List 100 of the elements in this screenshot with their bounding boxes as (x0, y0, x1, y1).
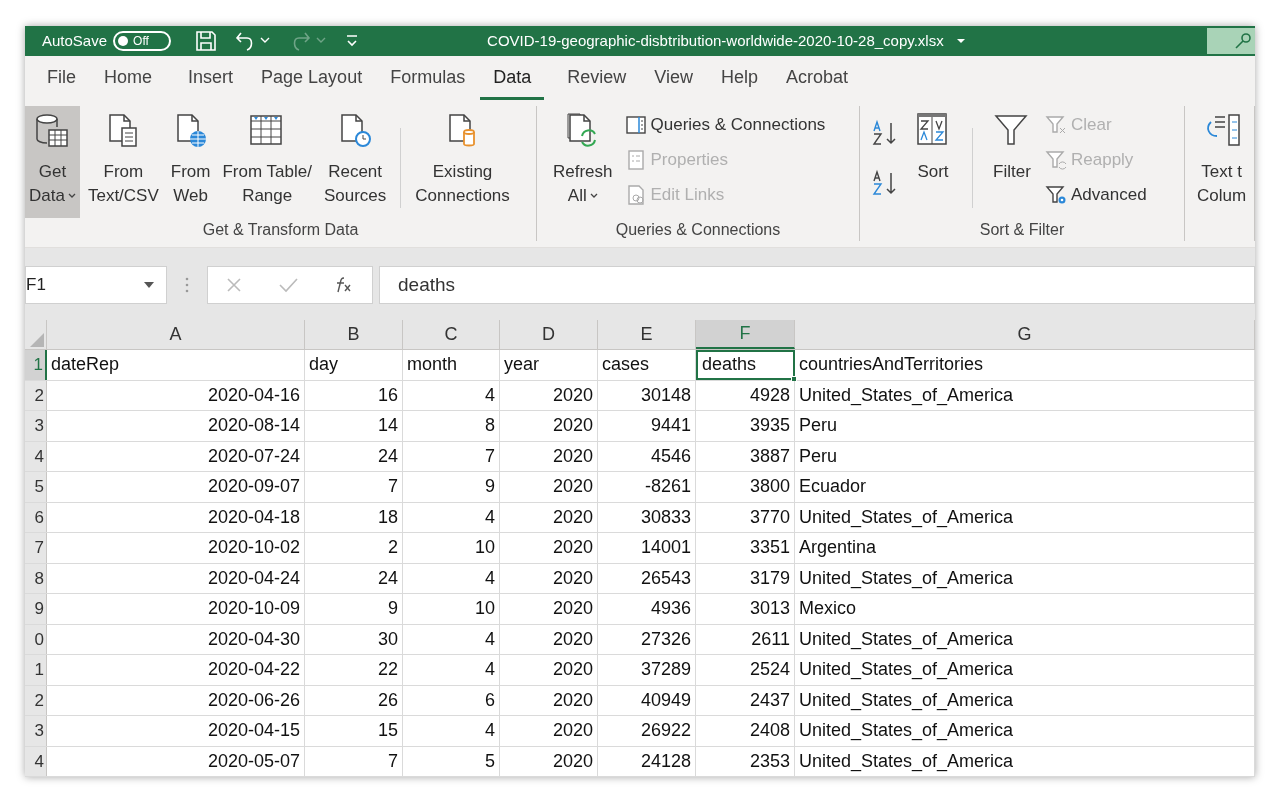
table-cell: 4546 (598, 441, 696, 471)
row-header[interactable]: 3 (25, 716, 47, 746)
table-cell: 3351 (696, 533, 795, 563)
group-label: Queries & Connections (614, 220, 782, 240)
fill-handle[interactable] (791, 375, 797, 382)
reapply-filter-icon (1045, 149, 1067, 171)
column-header[interactable]: D (500, 320, 598, 349)
table-cell: Ecuador (795, 472, 1255, 502)
row-header[interactable]: 1 (25, 655, 47, 685)
table-cell: 2020 (500, 563, 598, 593)
save-icon[interactable] (195, 30, 218, 52)
ribbon-button[interactable]: Existing Connections (411, 106, 514, 218)
table-cell: United_States_of_America (795, 563, 1255, 593)
table-cell: 2020 (500, 533, 598, 563)
row-header[interactable]: 0 (25, 624, 47, 654)
row-header[interactable]: 9 (25, 594, 47, 624)
search-box[interactable] (1207, 28, 1255, 54)
table-cell: 7 (305, 472, 403, 502)
table-cell: United_States_of_America (795, 716, 1255, 746)
ribbon-tab[interactable]: Acrobat (772, 64, 861, 100)
table-cell: 2020 (500, 594, 598, 624)
table-cell: 16 (305, 380, 403, 410)
table-cell: 2524 (696, 655, 795, 685)
sort-arrow-icon (871, 169, 899, 197)
ribbon-tab[interactable]: Formulas (377, 64, 479, 100)
row-header[interactable]: 2 (25, 380, 47, 410)
undo-icon[interactable] (235, 30, 272, 52)
sort-arrow-icon (871, 119, 899, 147)
table-cell: 2020 (500, 716, 598, 746)
table-cell: 30833 (598, 502, 696, 532)
table-cell: 2 (305, 533, 403, 563)
row-header[interactable]: 3 (25, 411, 47, 441)
table-cell: United_States_of_America (795, 624, 1255, 654)
table-cell: 8 (403, 411, 500, 441)
column-header[interactable]: C (403, 320, 500, 349)
ribbon-button[interactable]: Recent Sources (319, 106, 391, 218)
table-cell: 2020 (500, 411, 598, 441)
row-header[interactable]: 8 (25, 563, 47, 593)
row-header[interactable]: 1 (25, 350, 47, 380)
column-header[interactable]: B (305, 320, 403, 349)
ribbon-button[interactable]: Text t Colum (1193, 106, 1251, 218)
row-header[interactable]: 2 (25, 685, 47, 715)
table-cell: 2020-04-18 (47, 502, 305, 532)
table-cell: 2020-06-26 (47, 685, 305, 715)
table-cell: 22 (305, 655, 403, 685)
ribbon-button[interactable]: From Text/CSV (83, 106, 163, 218)
column-header[interactable]: G (795, 320, 1255, 349)
group-label: Sort & Filter (978, 220, 1066, 240)
row-header[interactable]: 7 (25, 533, 47, 563)
table-cell: 2020 (500, 746, 598, 776)
check-icon[interactable] (278, 277, 298, 293)
ribbon-button[interactable]: From Table/ Range (218, 106, 316, 218)
table-cell: 7 (403, 441, 500, 471)
table-cell: 2020 (500, 655, 598, 685)
ribbon-tab[interactable]: File (34, 64, 89, 100)
table-cell: 2020 (500, 685, 598, 715)
ribbon-tab[interactable]: Review (554, 64, 640, 100)
ribbon-button[interactable]: Filter (989, 106, 1035, 218)
ribbon-tab[interactable]: Insert (175, 64, 247, 100)
table-cell: Mexico (795, 594, 1255, 624)
ribbon-item[interactable]: Queries & Connections (624, 112, 826, 138)
name-box[interactable]: F1 (25, 266, 167, 304)
table-cell: month (403, 350, 500, 380)
table-cell: 4936 (598, 594, 696, 624)
row-header[interactable]: 4 (25, 746, 47, 776)
ribbon-tab[interactable]: Data (480, 64, 545, 100)
ribbon-tab[interactable]: View (641, 64, 706, 100)
column-header[interactable]: A (47, 320, 305, 349)
table-cell: 2020-04-16 (47, 380, 305, 410)
ribbon-button[interactable]: From Web (166, 106, 215, 218)
table-cell: 2020-09-07 (47, 472, 305, 502)
table-cell: 30 (305, 624, 403, 654)
table-cell: 2020 (500, 380, 598, 410)
ribbon-button[interactable]: Get Data (25, 106, 80, 218)
ribbon-tab[interactable]: Help (707, 64, 771, 100)
caret-icon[interactable] (955, 37, 966, 45)
table-cell: 26 (305, 685, 403, 715)
table-cell: countriesAndTerritories (795, 350, 1255, 380)
ribbon-tab[interactable]: Home (91, 64, 166, 100)
table-cell: 2020-04-22 (47, 655, 305, 685)
ribbon-button[interactable]: Sort (910, 106, 956, 218)
table-cell: United_States_of_America (795, 746, 1255, 776)
row-header[interactable]: 5 (25, 472, 47, 502)
dropdown-icon (144, 282, 154, 288)
autosave-toggle[interactable]: Off (113, 31, 172, 51)
table-cell: dateRep (47, 350, 305, 380)
table-cell: 9 (403, 472, 500, 502)
ribbon-item[interactable]: Advanced (1045, 182, 1147, 208)
ribbon-button[interactable]: Refresh All (549, 106, 617, 218)
table-cell: 2020 (500, 502, 598, 532)
table-cell: United_States_of_America (795, 655, 1255, 685)
ribbon-tab[interactable]: Page Layout (248, 64, 376, 100)
table-cell: 9 (305, 594, 403, 624)
table-cell: cases (598, 350, 696, 380)
table-cell: 2020-07-24 (47, 441, 305, 471)
column-header[interactable]: F (696, 320, 795, 349)
panel-icon (624, 114, 647, 136)
row-header[interactable]: 6 (25, 502, 47, 532)
formula-field[interactable]: deaths (379, 266, 1255, 304)
row-header[interactable]: 4 (25, 441, 47, 471)
